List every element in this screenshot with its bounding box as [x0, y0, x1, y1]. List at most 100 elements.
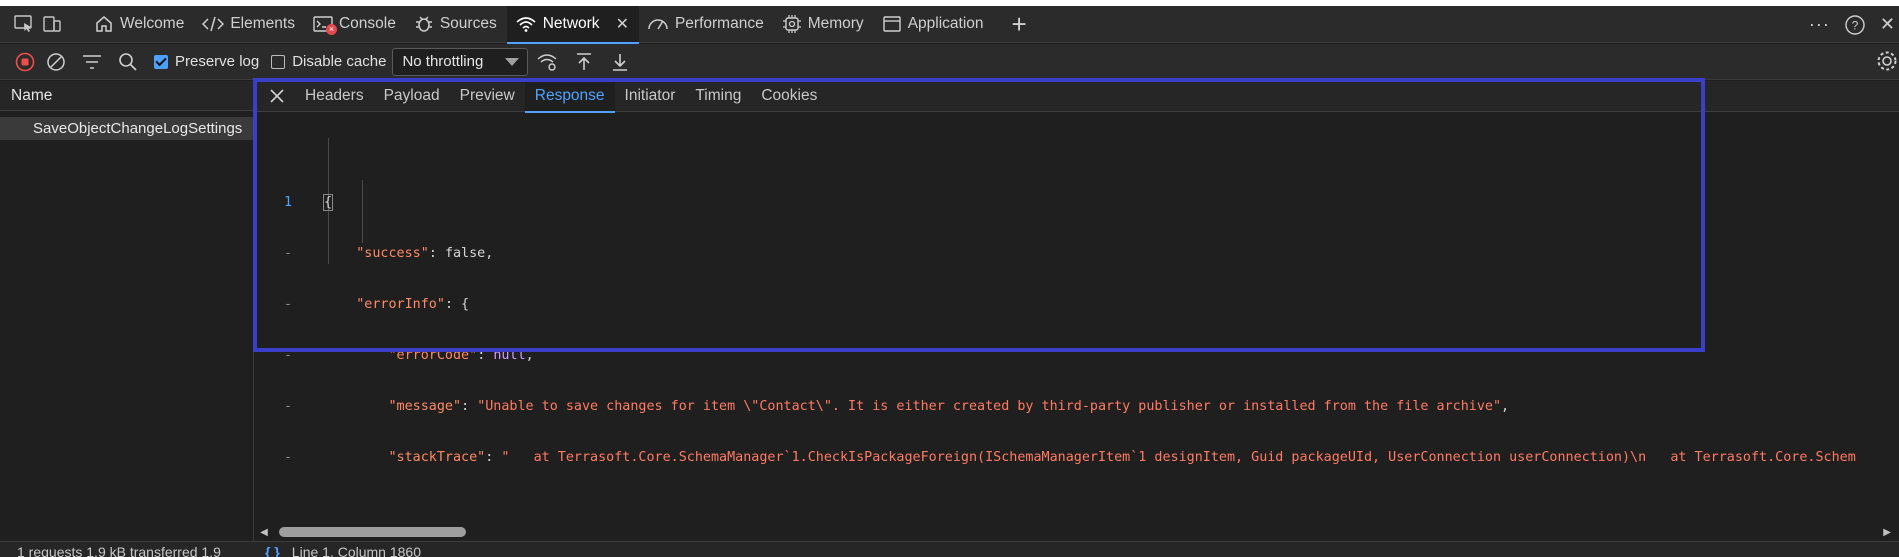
- fold-marker: -: [283, 399, 292, 414]
- json-key: "success": [356, 246, 429, 261]
- tab-application[interactable]: Application: [874, 6, 994, 43]
- tab-console[interactable]: × Console: [305, 6, 406, 43]
- filter-icon: [83, 54, 101, 69]
- tab-sources[interactable]: Sources: [406, 6, 507, 43]
- close-devtools-icon[interactable]: ✕: [1880, 14, 1895, 35]
- network-settings-button[interactable]: [1873, 47, 1897, 79]
- json-value: null: [493, 348, 526, 363]
- preserve-log-label: Preserve log: [175, 53, 260, 70]
- preserve-log-checkbox[interactable]: Preserve log: [154, 53, 259, 70]
- svg-text:?: ?: [1852, 18, 1859, 32]
- record-stop-button[interactable]: [12, 47, 38, 77]
- tab-label: Memory: [807, 15, 864, 32]
- line-number: 1: [283, 195, 292, 210]
- throttling-select[interactable]: No throttling: [392, 47, 529, 76]
- close-tab-icon[interactable]: ✕: [616, 14, 629, 34]
- tab-label: Application: [907, 15, 984, 32]
- tab-initiator[interactable]: Initiator: [615, 81, 686, 112]
- device-emulation-icon[interactable]: [38, 10, 66, 38]
- code-line: 1 {: [255, 192, 1899, 213]
- tab-label: Initiator: [624, 87, 676, 104]
- download-icon: [613, 53, 628, 71]
- code-line: - "stackTrace": " at Terrasoft.Core.Sche…: [255, 447, 1899, 468]
- name-header-label: Name: [11, 86, 53, 104]
- tab-label: Sources: [439, 15, 497, 32]
- wifi-settings-icon: [537, 53, 557, 71]
- export-har-button[interactable]: [602, 47, 638, 77]
- json-key: "errorCode": [388, 348, 478, 363]
- gauge-icon: [648, 19, 668, 30]
- disable-cache-checkbox[interactable]: Disable cache: [271, 53, 386, 70]
- request-name: SaveObjectChangeLogSettings: [33, 120, 243, 137]
- tab-label: Network: [542, 15, 600, 32]
- chip-icon: [782, 15, 801, 33]
- close-detail-button[interactable]: [259, 81, 295, 112]
- tab-elements[interactable]: Elements: [194, 6, 305, 43]
- inspect-element-icon[interactable]: [10, 10, 38, 38]
- response-code-viewer[interactable]: 1 { - "success": false, - "errorInfo": {…: [255, 117, 1899, 497]
- gear-icon: [1877, 51, 1897, 71]
- tab-label: Welcome: [120, 15, 185, 32]
- search-icon: [119, 52, 137, 71]
- tab-label: Response: [534, 87, 605, 104]
- scroll-right-icon[interactable]: ▶: [1883, 527, 1891, 538]
- close-icon: [270, 89, 284, 103]
- tab-headers[interactable]: Headers: [295, 81, 374, 112]
- home-icon: [96, 16, 112, 32]
- code-line: - "success": false,: [255, 243, 1899, 264]
- tab-welcome[interactable]: Welcome: [86, 6, 194, 43]
- tab-label: Payload: [383, 87, 440, 104]
- fold-marker: -: [283, 246, 292, 261]
- filter-button[interactable]: [74, 47, 110, 77]
- tab-memory[interactable]: Memory: [774, 6, 874, 43]
- network-conditions-button[interactable]: [530, 47, 566, 77]
- code-line: - "errorInfo": {: [255, 294, 1899, 315]
- request-row[interactable]: SaveObjectChangeLogSettings: [0, 117, 253, 140]
- json-key: "message": [388, 399, 462, 414]
- clear-icon: [47, 52, 65, 71]
- tab-timing[interactable]: Timing: [685, 81, 751, 112]
- request-list-pane: Name SaveObjectChangeLogSettings: [0, 81, 254, 541]
- request-detail-pane: Headers Payload Preview Response Initiat…: [255, 80, 1899, 541]
- tabbar-right-tools: ··· ? ✕: [1809, 6, 1899, 43]
- json-key: "errorInfo": [356, 297, 445, 312]
- json-value: "Unable to save changes for item \"Conta…: [477, 399, 1502, 414]
- horizontal-scrollbar[interactable]: ◀ ▶: [255, 523, 1899, 541]
- tab-cookies[interactable]: Cookies: [751, 81, 827, 112]
- tab-label: Elements: [230, 15, 295, 32]
- more-options-icon[interactable]: ···: [1809, 14, 1830, 35]
- status-bar: 1 requests 1.9 kB transferred 1.9 { } Li…: [0, 541, 1899, 557]
- tab-preview[interactable]: Preview: [450, 81, 525, 112]
- help-icon[interactable]: ?: [1844, 14, 1866, 36]
- window-icon: [882, 16, 901, 32]
- disable-cache-label: Disable cache: [292, 53, 387, 70]
- json-key: "stackTrace": [388, 450, 486, 465]
- name-column-header[interactable]: Name: [0, 81, 253, 111]
- disable-cache-check[interactable]: [271, 54, 286, 69]
- tab-performance[interactable]: Performance: [639, 6, 774, 43]
- json-value: " at Terrasoft.Core.SchemaManager`1.Chec…: [501, 450, 1856, 465]
- tab-label: Preview: [459, 87, 515, 104]
- chevron-down-icon: [505, 57, 520, 66]
- scrollbar-thumb[interactable]: [279, 527, 466, 537]
- devtools-tab-bar: Welcome Elements × Console Sources Netwo…: [0, 5, 1899, 44]
- tab-label: Timing: [695, 87, 742, 104]
- clear-button[interactable]: [38, 47, 74, 77]
- wifi-icon: [516, 17, 536, 32]
- preserve-log-check[interactable]: [154, 54, 168, 69]
- tab-label: Headers: [305, 87, 364, 104]
- scroll-left-icon[interactable]: ◀: [255, 527, 273, 538]
- import-har-button[interactable]: [566, 47, 602, 77]
- throttling-value: No throttling: [402, 53, 484, 70]
- tab-label: Performance: [674, 15, 764, 32]
- cursor-position: Line 1, Column 1860: [291, 544, 421, 557]
- tab-payload[interactable]: Payload: [374, 81, 450, 112]
- pretty-print-icon[interactable]: { }: [265, 544, 280, 557]
- tab-response[interactable]: Response: [524, 80, 615, 113]
- more-tools-plus-icon[interactable]: +: [1012, 11, 1027, 37]
- tab-label: Console: [338, 15, 396, 32]
- record-icon: [15, 52, 35, 71]
- tab-network[interactable]: Network ✕: [506, 5, 640, 44]
- error-badge-icon: ×: [325, 24, 337, 35]
- search-button[interactable]: [110, 47, 146, 77]
